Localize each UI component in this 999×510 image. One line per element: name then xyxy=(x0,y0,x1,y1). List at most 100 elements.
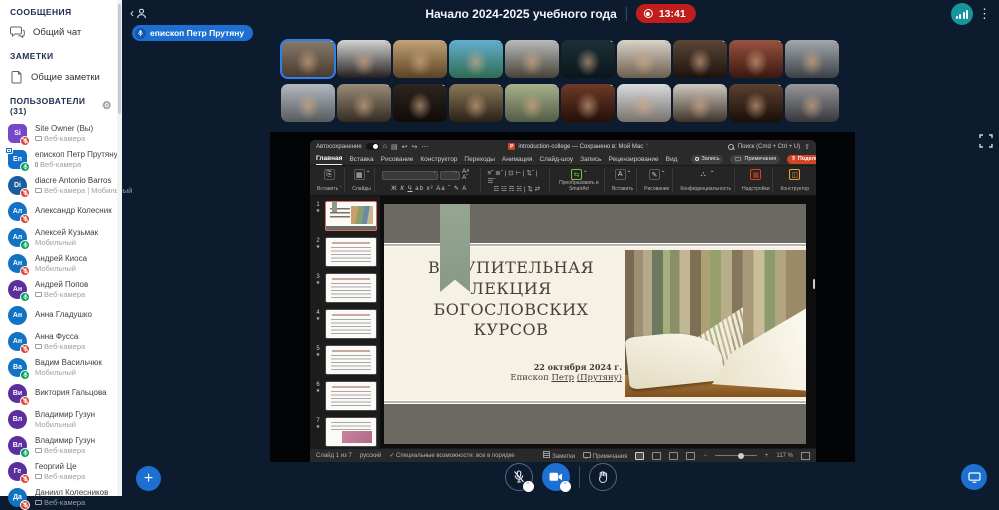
slideshow-view-icon[interactable] xyxy=(686,452,695,460)
active-speaker-pill[interactable]: епископ Петр Прутяну xyxy=(132,25,253,41)
mic-toggle-button[interactable]: ˇ xyxy=(505,463,533,491)
participant-video-tile[interactable]: ˇ xyxy=(561,84,615,122)
user-list-item[interactable]: Ал Алексей Кузьмак Мобильный xyxy=(0,224,122,250)
slide-thumbnail[interactable] xyxy=(325,237,377,267)
slide-thumbnail-row[interactable]: 6★ xyxy=(313,381,380,415)
camera-toggle-button[interactable]: ˇ xyxy=(542,463,570,491)
participant-video-tile[interactable]: ˇ xyxy=(393,40,447,78)
ppt-scrollbar[interactable] xyxy=(813,279,815,289)
accessibility-status[interactable]: ✓ Специальные возможности: все в порядке xyxy=(389,452,514,459)
gear-icon[interactable]: ⚙ xyxy=(102,101,112,112)
addins-group[interactable]: ▦ Надстройки xyxy=(739,168,773,193)
tile-options-chevron[interactable]: ˇ xyxy=(442,40,445,49)
tile-options-chevron[interactable]: ˇ xyxy=(330,84,333,93)
author-link[interactable]: (Прутяну) xyxy=(577,373,622,383)
tile-options-chevron[interactable]: ˇ xyxy=(610,40,613,49)
zoom-slider[interactable] xyxy=(715,455,757,456)
user-list-item[interactable]: Еп епископ Петр Прутяну Веб-камера xyxy=(0,146,122,172)
ppt-tab[interactable]: Переходы xyxy=(464,154,495,165)
participant-video-tile[interactable]: ˇ xyxy=(449,84,503,122)
collapse-sidebar-button[interactable]: ‹ xyxy=(130,6,147,20)
tile-options-chevron[interactable]: ˇ xyxy=(330,40,333,49)
notes-toggle[interactable]: Заметки xyxy=(543,451,575,460)
slide-thumbnail-row[interactable]: 7★ xyxy=(313,417,380,448)
user-list-item[interactable]: Ан Андрей Попов Веб-камера xyxy=(0,276,122,302)
ppt-tab[interactable]: Анимация xyxy=(502,154,533,165)
ppt-tab[interactable]: Главная xyxy=(316,153,342,165)
sidebar-scrollbar[interactable] xyxy=(117,0,122,496)
slide-thumbnail-row[interactable]: 4★ xyxy=(313,309,380,343)
slide-thumbnail[interactable] xyxy=(325,417,377,447)
sidebar-item-general-chat[interactable]: Общий чат xyxy=(0,21,122,44)
participant-video-tile[interactable]: ˇ xyxy=(505,40,559,78)
user-list-item[interactable]: Di diacre Antonio Barros Веб-камера | Мо… xyxy=(0,172,122,198)
user-list-item[interactable]: Вл Владимир Гузун Веб-камера xyxy=(0,432,122,458)
participant-video-tile[interactable]: ˇ xyxy=(729,84,783,122)
tile-options-chevron[interactable]: ˇ xyxy=(498,40,501,49)
undo-icon[interactable]: ↩ xyxy=(402,143,408,151)
reading-view-icon[interactable] xyxy=(669,452,678,460)
comments-toggle[interactable]: Примечания xyxy=(583,452,627,460)
tile-options-chevron[interactable]: ˇ xyxy=(666,84,669,93)
user-list-item[interactable]: Si Site Owner (Вы) Веб-камера xyxy=(0,120,122,146)
ppt-tab[interactable]: Вставка xyxy=(349,154,373,165)
user-list-item[interactable]: Ви Виктория Гальцова xyxy=(0,380,122,406)
home-icon[interactable]: ⌂ xyxy=(383,143,387,150)
participant-video-tile[interactable]: ˇ xyxy=(785,84,839,122)
user-list-item[interactable]: Ал Александр Колесник xyxy=(0,198,122,224)
ellipsis-icon[interactable]: ⋯ xyxy=(421,143,428,151)
redo-icon[interactable]: ↪ xyxy=(411,143,417,151)
insert-group[interactable]: Aˇ Вставить xyxy=(609,168,637,193)
slide-thumbnail[interactable] xyxy=(325,345,377,375)
slide-thumbnail[interactable] xyxy=(325,381,377,411)
user-list-item[interactable]: Ва Вадим Васильчюк Мобильный xyxy=(0,354,122,380)
slide-thumbnail-row[interactable]: 2★ xyxy=(313,237,380,271)
tile-options-chevron[interactable]: ˇ xyxy=(386,84,389,93)
user-list-item[interactable]: Ге Георгий Це Веб-камера xyxy=(0,458,122,484)
tile-options-chevron[interactable]: ˇ xyxy=(778,84,781,93)
participant-video-tile[interactable]: ˇ xyxy=(505,84,559,122)
participant-video-tile[interactable]: ˇ xyxy=(673,40,727,78)
smartart-group[interactable]: ⇆ˇ Преобразовать в SmartArt xyxy=(554,168,605,193)
paragraph-group[interactable]: ≡ˇ ≣ˇ | ⊡ ⊢ | ⇅ˇ | ☰ˇ ☲ ☳ ☴ ☵ | ⇅ ⇄ xyxy=(485,168,550,193)
participant-video-tile[interactable]: ˇ xyxy=(281,40,335,78)
zoom-out-button[interactable]: − xyxy=(703,453,707,459)
add-button[interactable]: + xyxy=(136,466,161,491)
user-list-item[interactable]: Вл Владимир Гузун Мобильный xyxy=(0,406,122,432)
grid-view-icon[interactable] xyxy=(652,452,661,460)
camera-options-badge[interactable]: ˇ xyxy=(560,481,571,492)
participant-video-tile[interactable]: ˇ xyxy=(449,40,503,78)
participant-video-tile[interactable]: ˇ xyxy=(337,84,391,122)
normal-view-icon[interactable] xyxy=(635,452,644,460)
ppt-tab[interactable]: Слайд-шоу xyxy=(539,154,573,165)
slides-group[interactable]: ▦ˇ Слайды xyxy=(349,168,375,193)
slide-thumbnail-row[interactable]: 1★ xyxy=(313,201,380,235)
user-list-item[interactable]: Ан Андрей Киоса Мобильный xyxy=(0,250,122,276)
slide-canvas[interactable]: ВСТУПИТЕЛЬНАЯ ЛЕКЦИЯ БОГОСЛОВСКИХ КУРСОВ… xyxy=(384,204,806,444)
author-link[interactable]: Петр xyxy=(551,373,574,383)
tile-options-chevron[interactable]: ˇ xyxy=(834,84,837,93)
connection-quality-indicator[interactable] xyxy=(951,3,973,25)
participant-video-tile[interactable]: ˇ xyxy=(785,40,839,78)
more-options-button[interactable]: ⋮ xyxy=(978,6,991,22)
participant-video-tile[interactable]: ˇ xyxy=(617,40,671,78)
ppt-tab[interactable]: Запись xyxy=(580,154,601,165)
participant-video-tile[interactable]: ˇ xyxy=(729,40,783,78)
ppt-tab[interactable]: Вид xyxy=(666,154,678,165)
tile-options-chevron[interactable]: ˇ xyxy=(610,84,613,93)
ppt-tab[interactable]: Рисование xyxy=(381,154,414,165)
record-button[interactable]: Запись xyxy=(691,155,723,164)
raise-hand-button[interactable] xyxy=(589,463,617,491)
fullscreen-icon[interactable] xyxy=(979,134,993,148)
mic-options-badge[interactable]: ˇ xyxy=(523,481,534,492)
tile-options-chevron[interactable]: ˇ xyxy=(498,84,501,93)
slide-thumbnail[interactable] xyxy=(325,201,377,231)
zoom-level[interactable]: 117 % xyxy=(776,453,793,459)
tile-options-chevron[interactable]: ˇ xyxy=(778,40,781,49)
ppt-tab[interactable]: Рецензирование xyxy=(608,154,658,165)
sidebar-item-general-notes[interactable]: Общие заметки xyxy=(0,65,122,89)
slide-thumbnail-row[interactable]: 3★ xyxy=(313,273,380,307)
participant-video-tile[interactable]: ˇ xyxy=(561,40,615,78)
user-list-item[interactable]: Ан Анна Гладушко xyxy=(0,302,122,328)
participant-video-tile[interactable]: ˇ xyxy=(337,40,391,78)
